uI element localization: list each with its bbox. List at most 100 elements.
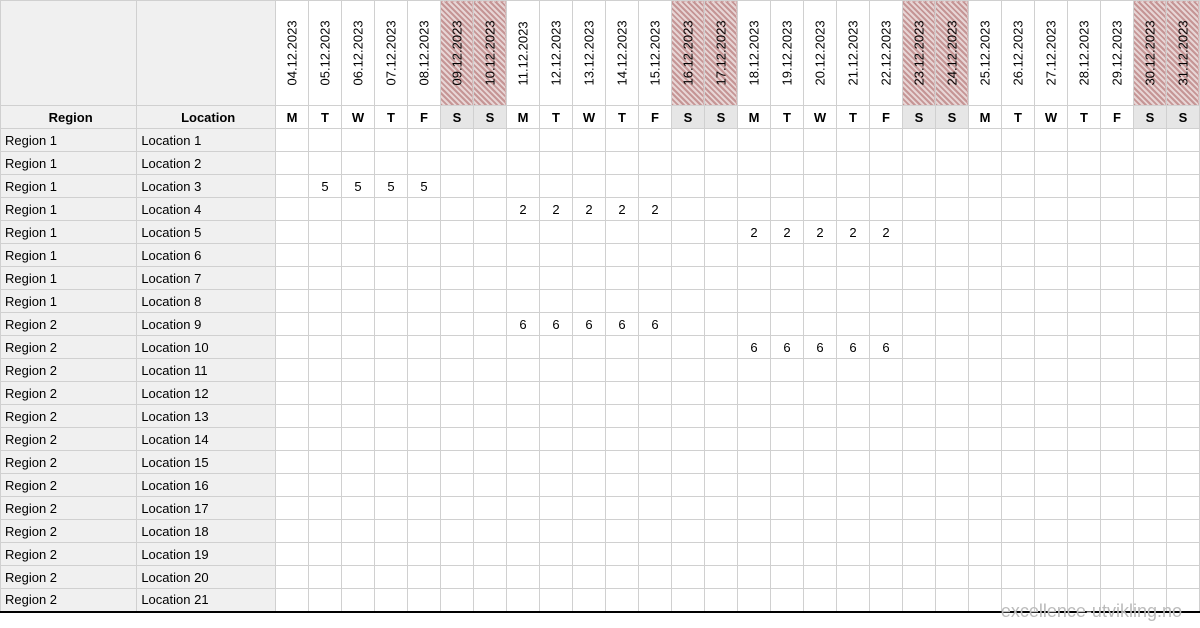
grid-cell[interactable] xyxy=(935,290,968,313)
grid-cell[interactable] xyxy=(935,428,968,451)
grid-cell[interactable] xyxy=(968,359,1001,382)
grid-cell[interactable] xyxy=(605,566,638,589)
grid-cell[interactable] xyxy=(407,359,440,382)
grid-cell[interactable] xyxy=(704,589,737,612)
grid-cell[interactable] xyxy=(902,221,935,244)
region-cell[interactable]: Region 2 xyxy=(1,543,137,566)
grid-cell[interactable] xyxy=(572,428,605,451)
grid-cell[interactable] xyxy=(1001,474,1034,497)
grid-cell[interactable] xyxy=(506,428,539,451)
grid-cell[interactable] xyxy=(1034,428,1067,451)
grid-cell[interactable] xyxy=(275,152,308,175)
grid-cell[interactable] xyxy=(1067,221,1100,244)
grid-cell[interactable] xyxy=(1133,336,1166,359)
grid-cell[interactable]: 2 xyxy=(572,198,605,221)
grid-cell[interactable] xyxy=(1166,543,1199,566)
grid-cell[interactable] xyxy=(1100,382,1133,405)
grid-cell[interactable] xyxy=(1034,589,1067,612)
grid-cell[interactable] xyxy=(737,267,770,290)
grid-cell[interactable] xyxy=(935,175,968,198)
grid-cell[interactable] xyxy=(1100,175,1133,198)
location-cell[interactable]: Location 4 xyxy=(137,198,276,221)
grid-cell[interactable] xyxy=(803,405,836,428)
grid-cell[interactable] xyxy=(473,129,506,152)
grid-cell[interactable] xyxy=(275,497,308,520)
grid-cell[interactable] xyxy=(473,451,506,474)
grid-cell[interactable] xyxy=(275,359,308,382)
grid-cell[interactable] xyxy=(869,543,902,566)
grid-cell[interactable] xyxy=(671,198,704,221)
grid-cell[interactable]: 5 xyxy=(308,175,341,198)
grid-cell[interactable] xyxy=(869,290,902,313)
dow-cell[interactable]: S xyxy=(473,106,506,129)
grid-cell[interactable] xyxy=(407,405,440,428)
grid-cell[interactable] xyxy=(1133,520,1166,543)
grid-cell[interactable] xyxy=(671,244,704,267)
grid-cell[interactable] xyxy=(572,221,605,244)
date-header-cell[interactable]: 19.12.2023 xyxy=(770,1,803,106)
location-cell[interactable]: Location 5 xyxy=(137,221,276,244)
grid-cell[interactable] xyxy=(836,497,869,520)
grid-cell[interactable] xyxy=(671,405,704,428)
grid-cell[interactable] xyxy=(671,451,704,474)
grid-cell[interactable] xyxy=(1067,152,1100,175)
grid-cell[interactable] xyxy=(968,566,1001,589)
grid-cell[interactable] xyxy=(374,474,407,497)
grid-cell[interactable] xyxy=(308,382,341,405)
grid-cell[interactable] xyxy=(1100,290,1133,313)
grid-cell[interactable] xyxy=(935,589,968,612)
grid-cell[interactable] xyxy=(539,428,572,451)
grid-cell[interactable] xyxy=(704,359,737,382)
grid-cell[interactable] xyxy=(1100,198,1133,221)
grid-cell[interactable] xyxy=(275,589,308,612)
grid-cell[interactable] xyxy=(1100,566,1133,589)
dow-cell[interactable]: T xyxy=(605,106,638,129)
grid-cell[interactable] xyxy=(638,497,671,520)
grid-cell[interactable] xyxy=(1100,313,1133,336)
grid-cell[interactable] xyxy=(638,267,671,290)
grid-cell[interactable] xyxy=(308,543,341,566)
grid-cell[interactable] xyxy=(1166,129,1199,152)
grid-cell[interactable] xyxy=(1001,359,1034,382)
grid-cell[interactable] xyxy=(1034,221,1067,244)
grid-cell[interactable] xyxy=(539,520,572,543)
grid-cell[interactable] xyxy=(1067,267,1100,290)
grid-cell[interactable] xyxy=(836,451,869,474)
grid-cell[interactable] xyxy=(737,198,770,221)
grid-cell[interactable] xyxy=(407,543,440,566)
grid-cell[interactable] xyxy=(275,428,308,451)
grid-cell[interactable] xyxy=(1100,543,1133,566)
dow-cell[interactable]: S xyxy=(440,106,473,129)
dow-cell[interactable]: S xyxy=(935,106,968,129)
grid-cell[interactable] xyxy=(1067,382,1100,405)
grid-cell[interactable] xyxy=(1166,359,1199,382)
dow-cell[interactable]: T xyxy=(770,106,803,129)
grid-cell[interactable] xyxy=(572,336,605,359)
grid-cell[interactable] xyxy=(968,451,1001,474)
grid-cell[interactable] xyxy=(638,520,671,543)
grid-cell[interactable] xyxy=(770,175,803,198)
grid-cell[interactable] xyxy=(902,497,935,520)
grid-cell[interactable] xyxy=(671,313,704,336)
date-header-cell[interactable]: 05.12.2023 xyxy=(308,1,341,106)
grid-cell[interactable] xyxy=(506,244,539,267)
grid-cell[interactable] xyxy=(1166,382,1199,405)
grid-cell[interactable] xyxy=(968,175,1001,198)
grid-cell[interactable] xyxy=(1100,497,1133,520)
grid-cell[interactable] xyxy=(737,428,770,451)
region-cell[interactable]: Region 2 xyxy=(1,497,137,520)
grid-cell[interactable] xyxy=(869,267,902,290)
grid-cell[interactable] xyxy=(671,267,704,290)
location-cell[interactable]: Location 21 xyxy=(137,589,276,612)
grid-cell[interactable] xyxy=(407,290,440,313)
grid-cell[interactable] xyxy=(1166,198,1199,221)
grid-cell[interactable] xyxy=(473,336,506,359)
grid-cell[interactable] xyxy=(770,497,803,520)
grid-cell[interactable] xyxy=(506,221,539,244)
grid-cell[interactable] xyxy=(902,428,935,451)
grid-cell[interactable] xyxy=(374,543,407,566)
grid-cell[interactable] xyxy=(902,129,935,152)
location-cell[interactable]: Location 14 xyxy=(137,428,276,451)
grid-cell[interactable]: 6 xyxy=(803,336,836,359)
grid-cell[interactable] xyxy=(407,336,440,359)
